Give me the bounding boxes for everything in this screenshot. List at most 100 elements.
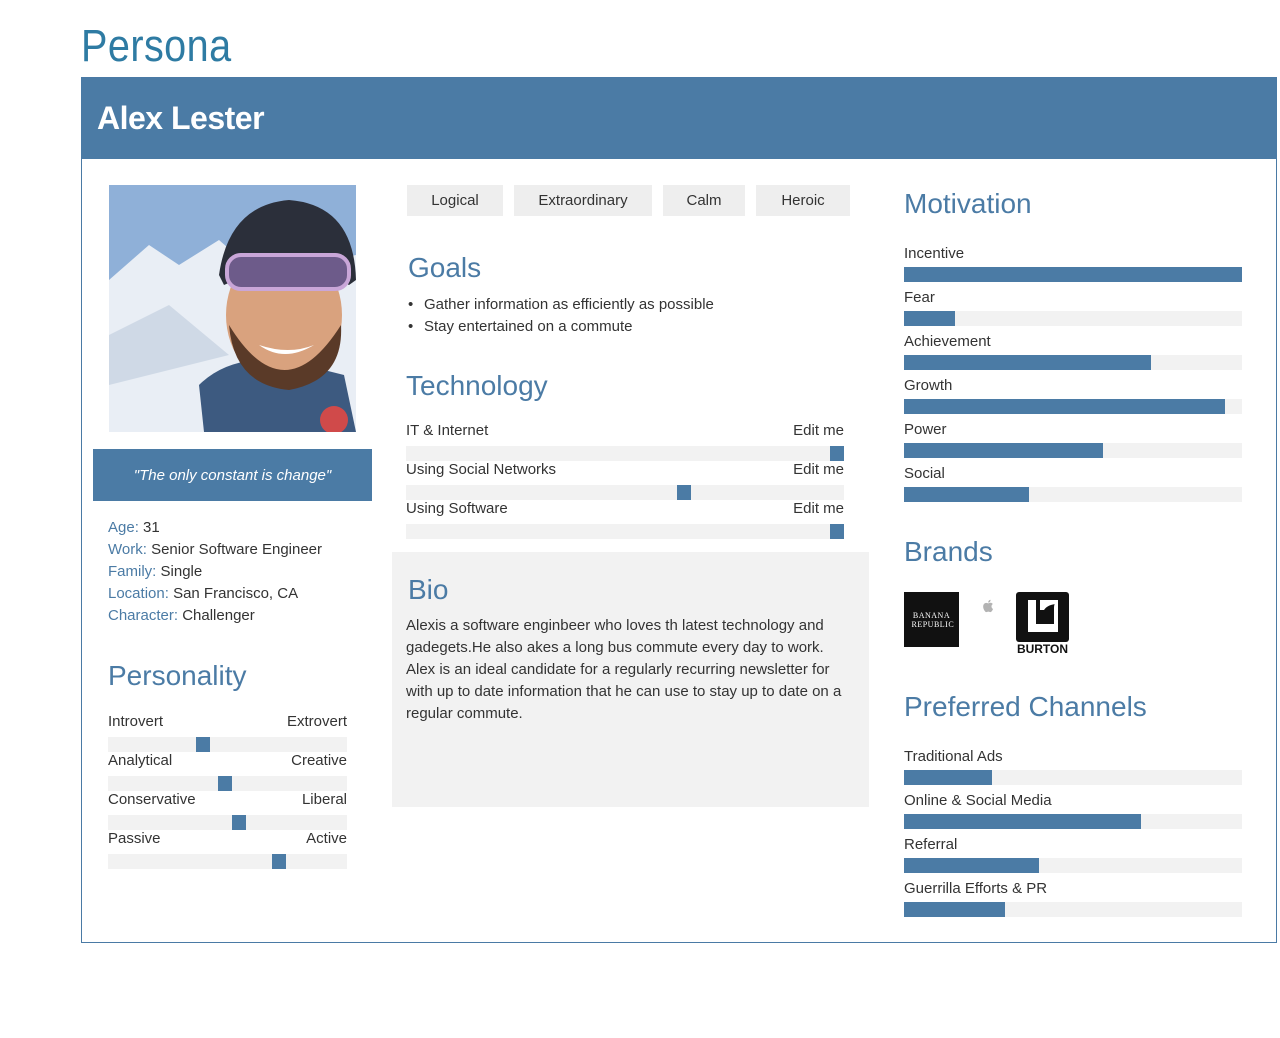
edit-me-link[interactable]: Edit me xyxy=(793,500,844,517)
goal-item[interactable]: Gather information as efficiently as pos… xyxy=(408,294,714,316)
bar-fill xyxy=(904,902,1006,917)
personality-heading[interactable]: Personality xyxy=(108,660,247,692)
bar-track[interactable] xyxy=(904,902,1242,917)
apple-logo[interactable] xyxy=(982,599,994,613)
slider-right-label: Liberal xyxy=(301,791,347,808)
technology-thumb[interactable] xyxy=(830,524,844,539)
technology-track[interactable] xyxy=(406,485,844,500)
fact-work: Work: Senior Software Engineer xyxy=(108,539,322,561)
bar-track[interactable] xyxy=(904,858,1242,873)
bar-track[interactable] xyxy=(904,355,1242,370)
bar-fill xyxy=(904,770,992,785)
persona-photo[interactable] xyxy=(109,185,356,432)
fact-value[interactable]: San Francisco, CA xyxy=(173,585,298,602)
technology-heading[interactable]: Technology xyxy=(406,370,548,402)
slider-left-label: Introvert xyxy=(108,713,164,730)
slider-track[interactable] xyxy=(108,776,347,791)
technology-item: Using Software Edit me xyxy=(406,500,844,542)
edit-me-link[interactable]: Edit me xyxy=(793,422,844,439)
motivation-bar: Social xyxy=(904,465,1242,502)
technology-item: IT & Internet Edit me xyxy=(406,422,844,464)
fact-value[interactable]: 31 xyxy=(143,519,160,536)
technology-label: Using Social Networks xyxy=(406,461,557,478)
fact-label: Family: xyxy=(108,563,157,580)
banana-republic-wordmark: BANANA REPUBLIC xyxy=(911,610,955,629)
bar-track[interactable] xyxy=(904,814,1242,829)
motivation-bar: Incentive xyxy=(904,245,1242,282)
page-title: Persona xyxy=(81,20,232,71)
persona-card: Alex Lester "The only constant is change… xyxy=(81,77,1277,943)
slider-track[interactable] xyxy=(108,854,347,869)
slider-right-label: Extrovert xyxy=(286,713,347,730)
motivation-heading[interactable]: Motivation xyxy=(904,188,1032,220)
bar-label: Growth xyxy=(904,377,953,394)
bar-fill xyxy=(904,814,1141,829)
bar-track[interactable] xyxy=(904,311,1242,326)
slider-track[interactable] xyxy=(108,815,347,830)
fact-label: Character: xyxy=(108,607,179,624)
goals-list: Gather information as efficiently as pos… xyxy=(408,294,714,338)
bar-fill xyxy=(904,443,1104,458)
technology-label: IT & Internet xyxy=(406,422,489,439)
trait-tag[interactable]: Extraordinary xyxy=(514,185,652,216)
brands-heading[interactable]: Brands xyxy=(904,536,993,568)
apple-icon xyxy=(983,599,993,613)
bar-track[interactable] xyxy=(904,770,1242,785)
bar-track[interactable] xyxy=(904,487,1242,502)
technology-label: Using Software xyxy=(406,500,508,517)
goal-item[interactable]: Stay entertained on a commute xyxy=(408,316,714,338)
technology-track[interactable] xyxy=(406,524,844,539)
bio-heading[interactable]: Bio xyxy=(408,574,448,606)
bio-panel: Bio Alexis a software enginbeer who love… xyxy=(392,552,869,807)
technology-track[interactable] xyxy=(406,446,844,461)
technology-item: Using Social Networks Edit me xyxy=(406,461,844,503)
slider-track[interactable] xyxy=(108,737,347,752)
fact-character: Character: Challenger xyxy=(108,605,322,627)
channel-bar: Traditional Ads xyxy=(904,748,1242,785)
fact-value[interactable]: Challenger xyxy=(182,607,255,624)
bar-label: Achievement xyxy=(904,333,991,350)
persona-facts: Age: 31 Work: Senior Software Engineer F… xyxy=(108,517,322,627)
slider-thumb[interactable] xyxy=(196,737,210,752)
bio-text[interactable]: Alexis a software enginbeer who loves th… xyxy=(406,615,856,725)
fact-location: Location: San Francisco, CA xyxy=(108,583,322,605)
channel-bar: Referral xyxy=(904,836,1242,873)
bar-fill xyxy=(904,311,955,326)
burton-logo[interactable]: BURTON xyxy=(1014,592,1071,658)
banana-republic-logo[interactable]: BANANA REPUBLIC xyxy=(904,592,959,647)
fact-value[interactable]: Single xyxy=(161,563,203,580)
trait-tag[interactable]: Calm xyxy=(663,185,745,216)
slider-thumb[interactable] xyxy=(272,854,286,869)
slider-left-label: Conservative xyxy=(108,791,196,808)
bar-label: Incentive xyxy=(904,245,965,262)
preferred-channels-heading[interactable]: Preferred Channels xyxy=(904,691,1147,723)
edit-me-link[interactable]: Edit me xyxy=(793,461,844,478)
trait-tag[interactable]: Heroic xyxy=(756,185,850,216)
bar-track[interactable] xyxy=(904,267,1242,282)
bar-fill xyxy=(904,355,1151,370)
goals-heading[interactable]: Goals xyxy=(408,252,481,284)
fact-label: Location: xyxy=(108,585,169,602)
personality-slider: Introvert Extrovert xyxy=(108,713,347,755)
persona-name[interactable]: Alex Lester xyxy=(97,100,265,137)
trait-tag[interactable]: Logical xyxy=(407,185,503,216)
bar-label: Power xyxy=(904,421,947,438)
bar-label: Traditional Ads xyxy=(904,748,1003,765)
persona-photo-image xyxy=(109,185,356,432)
persona-quote[interactable]: "The only constant is change" xyxy=(93,449,372,501)
technology-thumb[interactable] xyxy=(677,485,691,500)
bar-track[interactable] xyxy=(904,399,1242,414)
fact-value[interactable]: Senior Software Engineer xyxy=(151,541,322,558)
bar-label: Social xyxy=(904,465,945,482)
bar-fill xyxy=(904,487,1030,502)
technology-thumb[interactable] xyxy=(830,446,844,461)
bar-fill xyxy=(904,267,1242,282)
slider-thumb[interactable] xyxy=(218,776,232,791)
slider-left-label: Passive xyxy=(108,830,161,847)
channel-bar: Guerrilla Efforts & PR xyxy=(904,880,1242,917)
motivation-bar: Achievement xyxy=(904,333,1242,370)
slider-right-label: Active xyxy=(306,830,347,847)
slider-thumb[interactable] xyxy=(232,815,246,830)
slider-right-label: Creative xyxy=(291,752,347,769)
bar-track[interactable] xyxy=(904,443,1242,458)
